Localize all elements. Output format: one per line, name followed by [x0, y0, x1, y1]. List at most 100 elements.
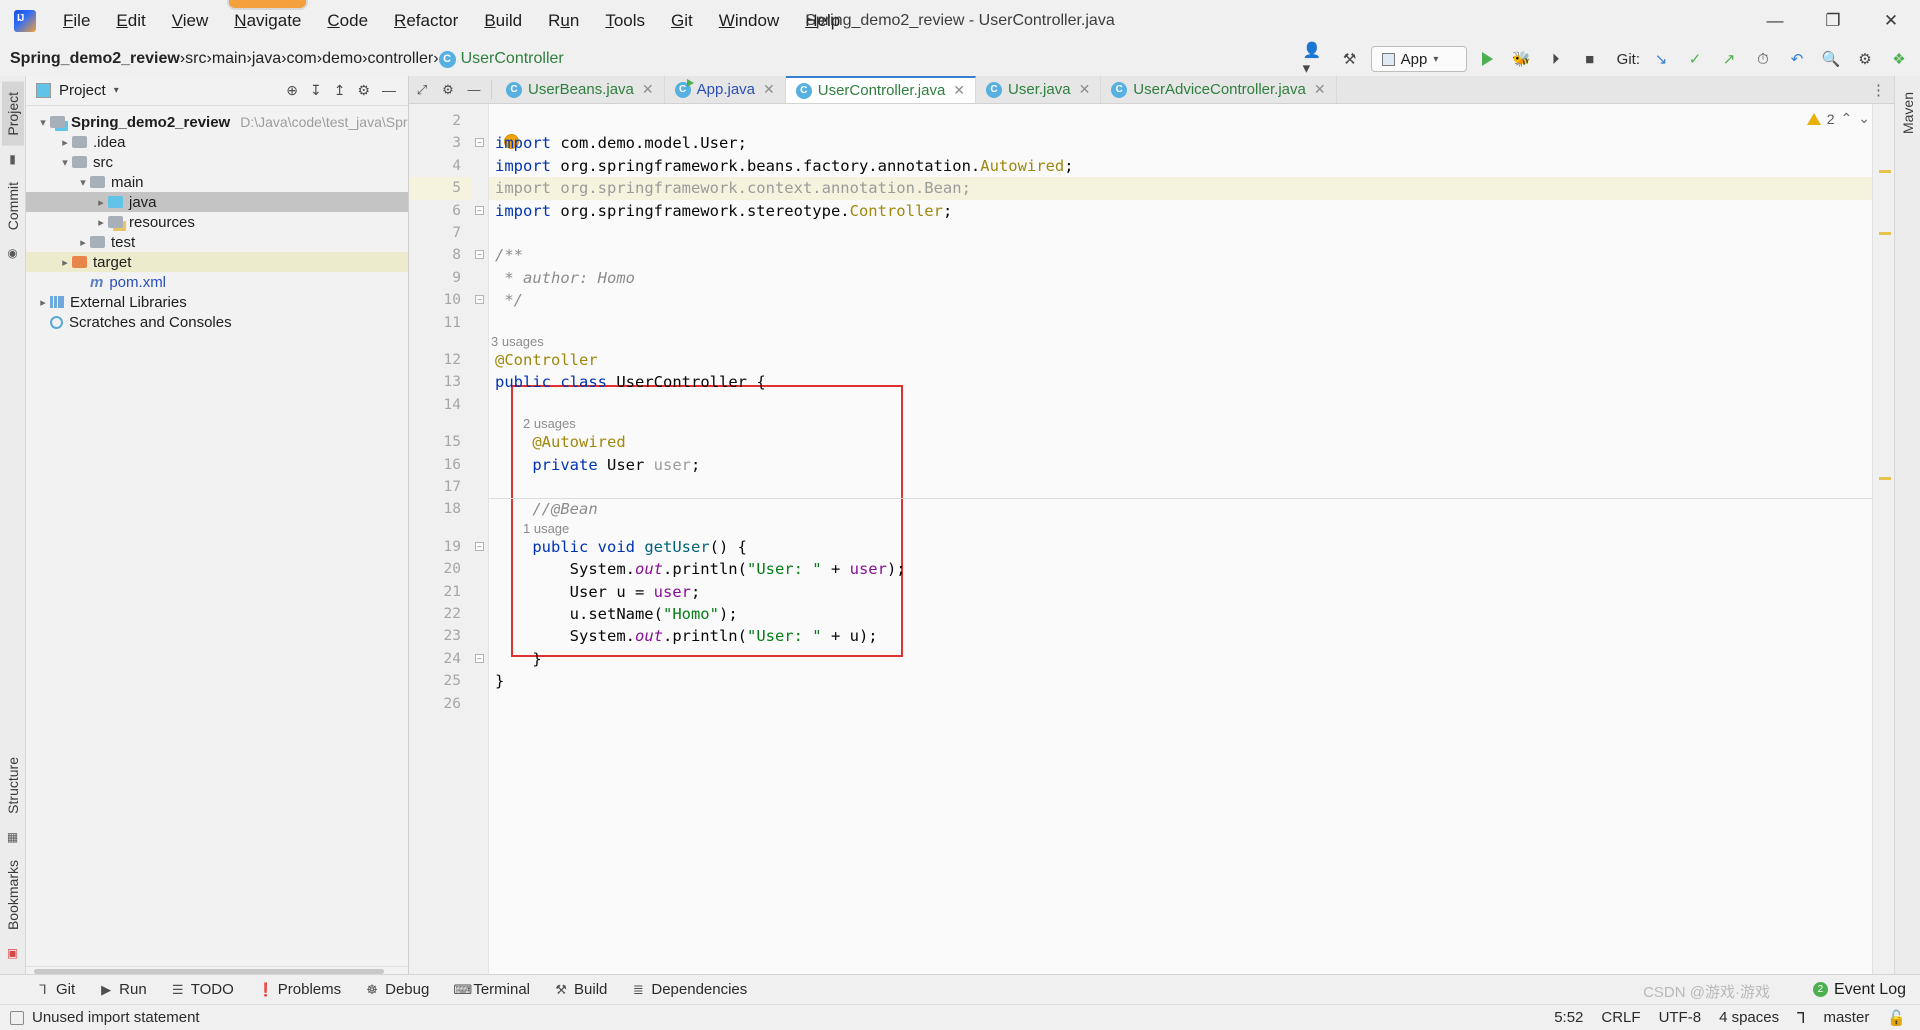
collapse-all-icon[interactable]: ↥ [334, 82, 346, 99]
editor-gutter[interactable]: 2 3 4 5 6 7 8 9 10 11 12 13 14 15 16 17 18 19 20 21 22 23 24 25… [409, 104, 471, 974]
event-log-button[interactable]: 2 Event Log [1812, 981, 1920, 999]
close-icon[interactable]: ✕ [1314, 81, 1326, 98]
project-horizontal-scrollbar[interactable] [26, 966, 408, 974]
code-line[interactable]: import org.springframework.context.annot… [495, 177, 971, 199]
rail-tab-commit[interactable]: Commit [2, 172, 24, 240]
hide-icon[interactable]: — [382, 82, 396, 99]
tree-node-main[interactable]: ▾ main [26, 172, 408, 192]
next-problem-icon[interactable]: ⌄ [1858, 110, 1870, 127]
chevron-down-icon[interactable]: ▾ [36, 116, 50, 129]
editor-tab-app[interactable]: C App.java ✕ [664, 76, 786, 103]
chevron-right-icon[interactable]: ▸ [58, 136, 72, 149]
breadcrumb-item-src[interactable]: src [185, 50, 206, 68]
tool-window-todo[interactable]: ☰ TODO [161, 978, 244, 1001]
close-button[interactable]: ✕ [1862, 0, 1920, 42]
hide-icon[interactable]: — [461, 76, 487, 103]
chevron-right-icon[interactable]: ▸ [94, 196, 108, 209]
code-line[interactable]: import org.springframework.stereotype.Co… [495, 200, 952, 222]
rail-tab-project[interactable]: Project [1, 82, 24, 146]
user-account-icon[interactable]: 👤▾ [1303, 42, 1329, 77]
editor-tab-bar[interactable]: ⤢ ⚙ — C UserBeans.java ✕ C App.java ✕ C … [409, 76, 1894, 104]
tool-window-debug[interactable]: ☸ Debug [355, 978, 439, 1001]
rail-tab-maven[interactable]: Maven [1897, 82, 1919, 144]
code-fold-marker[interactable]: − [475, 295, 484, 305]
right-tool-rail[interactable]: Maven [1894, 76, 1920, 974]
close-icon[interactable]: ✕ [953, 82, 965, 99]
code-line[interactable]: private User user; [495, 454, 700, 476]
code-fold-marker[interactable]: − [475, 653, 484, 663]
tree-node-resources[interactable]: ▸ resources [26, 212, 408, 232]
caret-position[interactable]: 5:52 [1554, 1009, 1583, 1026]
chevron-down-icon[interactable]: ▾ [76, 176, 90, 189]
menu-item-code[interactable]: Code [314, 7, 381, 35]
tree-node-target[interactable]: ▸ target [26, 252, 408, 272]
code-line[interactable]: public void getUser() { [495, 536, 747, 558]
menu-item-build[interactable]: Build [471, 7, 535, 35]
tree-node-idea[interactable]: ▸ .idea [26, 132, 408, 152]
menu-item-window[interactable]: Window [706, 7, 792, 35]
editor-fold-column[interactable]: − − − − − − [471, 104, 489, 974]
build-hammer-icon[interactable]: ⚒ [1337, 47, 1363, 71]
project-panel-header[interactable]: Project ▾ ⊕ ↧ ↥ ⚙ — [26, 76, 408, 106]
chevron-right-icon[interactable]: ▸ [36, 296, 50, 309]
tool-window-build[interactable]: ⚒ Build [544, 978, 617, 1001]
tree-node-src[interactable]: ▾ src [26, 152, 408, 172]
git-update-icon[interactable]: ↘ [1648, 47, 1674, 71]
code-fold-marker[interactable]: − [475, 541, 484, 551]
git-branch-label[interactable]: master [1823, 1009, 1869, 1026]
menu-item-tools[interactable]: Tools [592, 7, 658, 35]
left-tool-rail[interactable]: Project ▮ Commit ◉ Structure ▦ Bookmarks… [0, 76, 26, 974]
close-icon[interactable]: ✕ [1079, 81, 1091, 98]
file-encoding[interactable]: UTF-8 [1659, 1009, 1702, 1026]
menu-item-refactor[interactable]: Refactor [381, 7, 471, 35]
line-separator[interactable]: CRLF [1601, 1009, 1640, 1026]
editor-tab-user[interactable]: C User.java ✕ [976, 76, 1102, 103]
gear-icon[interactable]: ⚙ [435, 76, 461, 103]
usage-hint[interactable]: 3 usages [491, 334, 544, 349]
code-line[interactable]: System.out.println("User: " + u); [495, 625, 878, 647]
code-text-pane[interactable]: import com.demo.model.User; import org.sp… [489, 104, 1872, 974]
breadcrumb[interactable]: Spring_demo2_review › src › main › java … [0, 42, 1920, 77]
git-commit-check-icon[interactable]: ✓ [1682, 47, 1708, 71]
rail-tab-structure[interactable]: Structure [2, 747, 24, 824]
menu-item-navigate[interactable]: Navigate [221, 0, 314, 35]
gear-icon[interactable]: ⚙ [1852, 47, 1878, 71]
breadcrumb-item-java[interactable]: java [252, 50, 281, 68]
run-play-icon[interactable] [1475, 47, 1501, 71]
minimize-button[interactable]: — [1746, 0, 1804, 42]
close-icon[interactable]: ✕ [642, 81, 654, 98]
code-fold-marker[interactable]: − [475, 205, 484, 215]
code-line[interactable]: /** [495, 244, 523, 266]
settings-icon[interactable]: ⚙ [357, 82, 370, 99]
code-line[interactable]: User u = user; [495, 581, 701, 603]
menu-item-help[interactable]: Help [792, 7, 853, 35]
code-fold-marker[interactable]: − [475, 138, 484, 148]
project-panel-actions[interactable]: ⊕ ↧ ↥ ⚙ — [286, 82, 408, 99]
window-controls[interactable]: — ❐ ✕ [1746, 0, 1920, 42]
tool-window-terminal[interactable]: ⌨ Terminal [443, 978, 540, 1001]
breadcrumb-item-usercontroller[interactable]: C UserController [438, 50, 564, 68]
inspection-warning-mark[interactable] [1879, 477, 1891, 480]
editor-tab-usercontroller[interactable]: C UserController.java ✕ [785, 76, 977, 103]
breadcrumb-item-demo[interactable]: demo [322, 50, 362, 68]
code-line[interactable]: //@Bean [495, 498, 597, 520]
run-configuration-selector[interactable]: App ▾ [1370, 46, 1467, 72]
code-line[interactable]: */ [495, 289, 523, 311]
breadcrumb-item-project[interactable]: Spring_demo2_review [10, 50, 180, 68]
run-with-coverage-icon[interactable]: ⏵ [1543, 47, 1569, 71]
inspection-strip[interactable] [1872, 104, 1894, 974]
chevron-right-icon[interactable]: ▸ [76, 236, 90, 249]
git-push-icon[interactable]: ↗ [1716, 47, 1742, 71]
debug-bug-icon[interactable]: 🐝 [1509, 47, 1535, 71]
chevron-down-icon[interactable]: ▾ [58, 156, 72, 169]
editor-tab-overflow[interactable]: ⋮ [1871, 76, 1894, 103]
tree-node-test[interactable]: ▸ test [26, 232, 408, 252]
tree-node-java[interactable]: ▸ java [26, 192, 408, 212]
breadcrumb-item-com[interactable]: com [287, 50, 317, 68]
inspection-warning-mark[interactable] [1879, 232, 1891, 235]
tool-window-run[interactable]: ▶ Run [89, 978, 157, 1001]
left-rail-bottom[interactable]: Structure ▦ Bookmarks ▣ [2, 747, 24, 974]
code-line[interactable]: * author: Homo [495, 267, 635, 289]
breadcrumb-item-controller[interactable]: controller [367, 50, 433, 68]
status-bar-right[interactable]: 5:52 CRLF UTF-8 4 spaces ⅂ master 🔓 [1554, 1009, 1920, 1027]
